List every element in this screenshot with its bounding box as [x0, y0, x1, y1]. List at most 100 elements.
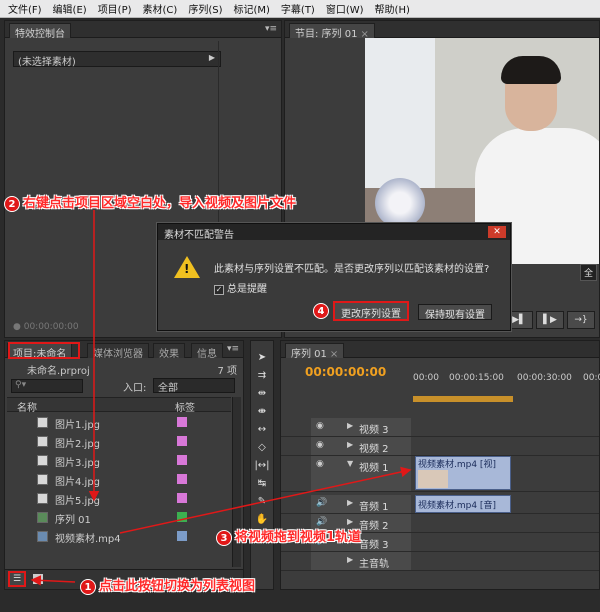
- expand-icon[interactable]: ▶: [347, 555, 353, 564]
- track-name: 视频 2: [359, 444, 389, 455]
- transport-controls: ▶▌ ▌▶ →}: [505, 311, 595, 329]
- timeline-timecode[interactable]: 00:00:00:00: [305, 365, 386, 379]
- menu-clip[interactable]: 素材(C): [143, 1, 178, 16]
- work-area-bar[interactable]: [413, 396, 513, 402]
- tab-info[interactable]: 信息: [191, 343, 223, 360]
- menu-file[interactable]: 文件(F): [8, 1, 42, 16]
- dialog-message: 此素材与序列设置不匹配。是否更改序列以匹配该素材的设置?: [214, 264, 490, 275]
- track-name: 音频 1: [359, 502, 389, 513]
- label-color-swatch: [177, 493, 187, 503]
- video-track[interactable]: ◉ ▶ 视频 3: [281, 418, 599, 437]
- timecode: ● 00:00:00:00: [13, 322, 79, 332]
- menu-marker[interactable]: 标记(M): [233, 1, 269, 16]
- zoom-select[interactable]: 全: [579, 264, 597, 281]
- rolling-edit-tool-icon[interactable]: ⇼: [254, 405, 270, 419]
- always-warn-checkbox[interactable]: ✓ 总是提醒: [214, 280, 267, 295]
- audio-clip[interactable]: 视频素材.mp4 [音]: [415, 495, 511, 513]
- tab-label: 信息: [197, 349, 217, 360]
- tab-row: 节目: 序列 01 ×: [285, 21, 599, 40]
- eye-icon[interactable]: ◉: [316, 421, 324, 431]
- change-sequence-settings-button[interactable]: 更改序列设置: [333, 301, 409, 321]
- menu-project[interactable]: 项目(P): [98, 1, 132, 16]
- expand-icon[interactable]: ▶: [347, 498, 353, 507]
- project-file-name: 未命名.prproj: [27, 366, 90, 377]
- menu-help[interactable]: 帮助(H): [375, 1, 410, 16]
- project-panel: 项目:未命名 媒体浏览器 效果 信息 ▾≡ 未命名.prproj 7 项 ⚲▾ …: [4, 340, 244, 590]
- list-item[interactable]: 序列 01: [7, 508, 231, 527]
- col-label[interactable]: 标签: [175, 399, 195, 414]
- tab-label: 特效控制台: [15, 29, 65, 40]
- track-name: 音频 2: [359, 521, 389, 532]
- video-track[interactable]: ◉ ▶ 视频 2: [281, 437, 599, 456]
- list-item[interactable]: 图片4.jpg: [7, 470, 231, 489]
- in-dropdown[interactable]: 全部: [153, 378, 235, 394]
- panel-menu-icon[interactable]: ▾≡: [227, 344, 239, 354]
- track-name: 视频 3: [359, 425, 389, 436]
- item-count: 7 项: [217, 366, 237, 377]
- search-input[interactable]: ⚲▾: [11, 379, 83, 393]
- eye-icon[interactable]: ◉: [316, 440, 324, 450]
- video-flowers: [375, 178, 425, 228]
- keep-existing-settings-button[interactable]: 保持现有设置: [418, 304, 492, 321]
- close-icon[interactable]: ✕: [488, 226, 506, 238]
- clip-dropdown-value: (未选择素材): [18, 57, 76, 68]
- clip-dropdown[interactable]: (未选择素材) ▶: [13, 51, 221, 68]
- image-file-icon: [37, 493, 48, 504]
- menu-sequence[interactable]: 序列(S): [188, 1, 222, 16]
- step-forward-button[interactable]: ▌▶: [536, 311, 564, 329]
- tab-label: 序列 01: [291, 349, 327, 360]
- video-person-hair: [501, 56, 561, 84]
- expand-icon[interactable]: ▶: [347, 421, 353, 430]
- col-name[interactable]: 名称: [17, 399, 37, 414]
- razor-tool-icon[interactable]: ◇: [254, 441, 270, 455]
- eye-icon[interactable]: ◉: [316, 459, 324, 469]
- expand-icon[interactable]: ▼: [347, 459, 353, 468]
- pen-tool-icon[interactable]: ✎: [254, 495, 270, 509]
- tab-sequence[interactable]: 序列 01 ×: [285, 343, 345, 360]
- clip-mismatch-dialog: 素材不匹配警告 ✕ ! 此素材与序列设置不匹配。是否更改序列以匹配该素材的设置?…: [157, 223, 511, 331]
- list-view-button[interactable]: ☰: [8, 571, 26, 587]
- annotation-text: 右键点击项目区域空白处，导入视频及图片文件: [23, 196, 297, 211]
- slip-tool-icon[interactable]: |↔|: [254, 459, 270, 473]
- list-item[interactable]: 视频素材.mp4: [7, 527, 231, 546]
- tab-effects[interactable]: 效果: [153, 343, 185, 360]
- menu-title[interactable]: 字幕(T): [281, 1, 315, 16]
- tab-media-browser[interactable]: 媒体浏览器: [87, 343, 149, 360]
- label-color-swatch: [177, 417, 187, 427]
- close-icon[interactable]: ×: [330, 349, 338, 360]
- item-name: 视频素材.mp4: [55, 534, 121, 545]
- track-name: 视频 1: [359, 463, 389, 474]
- hand-tool-icon[interactable]: ✋: [254, 513, 270, 527]
- panel-menu-icon[interactable]: ▾≡: [265, 24, 277, 34]
- time-ruler[interactable]: 00:00 00:00:15:00 00:00:30:00 00:00: [413, 369, 600, 399]
- menu-bar: 文件(F) 编辑(E) 项目(P) 素材(C) 序列(S) 标记(M) 字幕(T…: [0, 0, 600, 18]
- menu-edit[interactable]: 编辑(E): [53, 1, 87, 16]
- list-item[interactable]: 图片5.jpg: [7, 489, 231, 508]
- menu-window[interactable]: 窗口(W): [326, 1, 364, 16]
- project-tab-highlight: [8, 342, 80, 359]
- expand-icon[interactable]: ▶: [347, 440, 353, 449]
- image-file-icon: [37, 417, 48, 428]
- goto-out-button[interactable]: →}: [567, 311, 595, 329]
- annotation-text: 将视频拖到视频1轨道: [235, 530, 362, 545]
- icon-view-button[interactable]: [33, 574, 43, 584]
- checkbox-icon: ✓: [214, 285, 224, 295]
- tab-program[interactable]: 节目: 序列 01 ×: [289, 23, 375, 40]
- expand-icon[interactable]: ▶: [347, 517, 353, 526]
- list-item[interactable]: 图片2.jpg: [7, 432, 231, 451]
- track-select-tool-icon[interactable]: ⇉: [254, 369, 270, 383]
- list-item[interactable]: 图片1.jpg: [7, 413, 231, 432]
- video-clip[interactable]: 视频素材.mp4 [视]: [415, 456, 511, 490]
- warning-icon: !: [174, 256, 200, 278]
- annotation-1: 1 点击此按钮切换为列表视图: [80, 575, 255, 595]
- ripple-edit-tool-icon[interactable]: ⇹: [254, 387, 270, 401]
- slide-tool-icon[interactable]: ↹: [254, 477, 270, 491]
- ruler-tick: 00:00: [583, 373, 600, 383]
- list-item[interactable]: 图片3.jpg: [7, 451, 231, 470]
- rate-stretch-tool-icon[interactable]: ↔: [254, 423, 270, 437]
- selection-tool-icon[interactable]: ➤: [254, 351, 270, 365]
- annotation-3: 3 将视频拖到视频1轨道: [216, 526, 361, 546]
- audio-track[interactable]: ▶ 主音轨: [281, 552, 599, 571]
- tab-effect-controls[interactable]: 特效控制台: [9, 23, 71, 40]
- speaker-icon[interactable]: 🔊: [316, 498, 327, 508]
